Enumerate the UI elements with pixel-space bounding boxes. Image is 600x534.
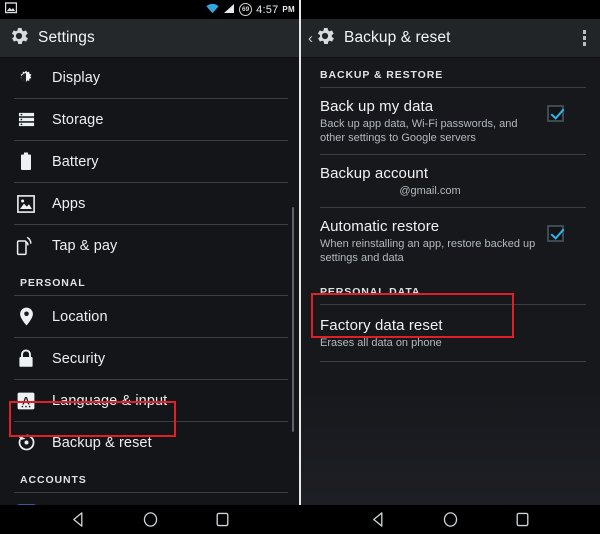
overflow-menu-icon[interactable] xyxy=(577,26,593,50)
battery-icon xyxy=(14,150,38,174)
battery-percent-badge: 69 xyxy=(239,3,253,16)
right-action-bar: ‹ Backup & reset xyxy=(300,19,600,57)
image-icon xyxy=(4,1,18,19)
setting-row-back-up-my-data[interactable]: Back up my data Back up app data, Wi-Fi … xyxy=(300,88,600,154)
setting-row-backup-account[interactable]: Backup account @gmail.com xyxy=(300,155,600,207)
sidebar-item-label: Tap & pay xyxy=(52,237,118,254)
setting-title: Automatic restore xyxy=(320,218,440,235)
section-header-backup-restore: BACKUP & RESTORE xyxy=(320,69,444,81)
navigation-bar xyxy=(0,505,600,534)
backup-restore-icon xyxy=(14,431,38,455)
right-content: BACKUP & RESTORE Back up my data Back up… xyxy=(300,57,600,362)
sidebar-item-label: Apps xyxy=(52,195,86,212)
sidebar-item-language-and-input[interactable]: A Language & input xyxy=(0,380,300,421)
check-mark-icon xyxy=(550,225,565,240)
setting-title: Factory data reset xyxy=(320,317,443,334)
list-divider xyxy=(320,361,586,362)
cellular-signal-icon xyxy=(223,1,235,19)
back-triangle-icon[interactable] xyxy=(67,509,89,531)
sidebar-item-label: Battery xyxy=(52,153,99,170)
right-page-title: Backup & reset xyxy=(344,29,451,46)
back-triangle-icon[interactable] xyxy=(367,509,389,531)
checkbox-back-up-my-data[interactable] xyxy=(547,105,565,122)
setting-subtitle: Erases all data on phone xyxy=(320,337,442,349)
lock-icon xyxy=(14,347,38,371)
sidebar-item-label: Storage xyxy=(52,111,104,128)
setting-subtitle: @gmail.com xyxy=(399,185,461,197)
list-scrollbar[interactable] xyxy=(291,207,294,432)
setting-row-automatic-restore[interactable]: Automatic restore When reinstalling an a… xyxy=(300,208,600,274)
sidebar-item-location[interactable]: Location xyxy=(0,296,300,337)
left-phone-panel: 69 4:57 PM Settings Display Storage Batt… xyxy=(0,0,300,534)
section-header-personal: PERSONAL xyxy=(20,277,86,289)
panel-divider xyxy=(299,0,301,505)
storage-icon xyxy=(14,108,38,132)
recents-square-icon[interactable] xyxy=(511,509,533,531)
sidebar-item-display[interactable]: Display xyxy=(0,57,300,98)
section-header-personal-data: PERSONAL DATA xyxy=(320,286,421,298)
checkbox-automatic-restore[interactable] xyxy=(547,225,565,242)
sidebar-item-label: Display xyxy=(52,69,101,86)
sidebar-item-storage[interactable]: Storage xyxy=(0,99,300,140)
back-chevron-icon[interactable]: ‹ xyxy=(308,31,313,46)
background-gradient xyxy=(300,385,600,505)
tap-and-pay-icon xyxy=(14,234,38,258)
keyboard-a-icon: A xyxy=(14,389,38,413)
check-mark-icon xyxy=(550,105,565,120)
section-header-accounts: ACCOUNTS xyxy=(20,474,87,486)
screenshot-root: 69 4:57 PM Settings Display Storage Batt… xyxy=(0,0,600,534)
left-action-bar: Settings xyxy=(0,19,300,57)
status-time: 4:57 xyxy=(256,3,279,16)
setting-subtitle: Back up app data, Wi-Fi passwords, and o… xyxy=(320,118,518,144)
apps-image-icon xyxy=(14,192,38,216)
status-bar: 69 4:57 PM xyxy=(0,0,300,19)
home-circle-icon[interactable] xyxy=(139,509,161,531)
sidebar-item-apps[interactable]: Apps xyxy=(0,183,300,224)
sidebar-item-security[interactable]: Security xyxy=(0,338,300,379)
recents-square-icon[interactable] xyxy=(211,509,233,531)
brightness-icon xyxy=(14,66,38,90)
home-circle-icon[interactable] xyxy=(439,509,461,531)
sidebar-item-label: Location xyxy=(52,308,108,325)
setting-subtitle: When reinstalling an app, restore backed… xyxy=(320,238,536,264)
sidebar-item-battery[interactable]: Battery xyxy=(0,141,300,182)
right-status-bar-spacer xyxy=(300,0,600,19)
setting-title: Backup account xyxy=(320,165,429,182)
gear-icon xyxy=(314,25,336,52)
status-ampm: PM xyxy=(282,5,295,14)
location-pin-icon xyxy=(14,305,38,329)
right-phone-panel: ‹ Backup & reset BACKUP & RESTORE Back u… xyxy=(300,0,600,534)
sidebar-item-tap-and-pay[interactable]: Tap & pay xyxy=(0,225,300,266)
settings-list[interactable]: Display Storage Battery Apps Tap & pay P… xyxy=(0,57,300,534)
setting-row-factory-data-reset[interactable]: Factory data reset Erases all data on ph… xyxy=(300,305,600,361)
left-page-title: Settings xyxy=(38,29,95,46)
wifi-icon xyxy=(206,1,219,19)
sidebar-item-label: Language & input xyxy=(52,392,168,409)
right-navigation-bar xyxy=(300,505,600,534)
sidebar-item-backup-and-reset[interactable]: Backup & reset xyxy=(0,422,300,463)
gear-icon xyxy=(8,25,30,52)
setting-title: Back up my data xyxy=(320,98,434,115)
svg-text:A: A xyxy=(22,395,30,407)
sidebar-item-label: Backup & reset xyxy=(52,434,152,451)
sidebar-item-label: Security xyxy=(52,350,106,367)
left-navigation-bar xyxy=(0,505,300,534)
